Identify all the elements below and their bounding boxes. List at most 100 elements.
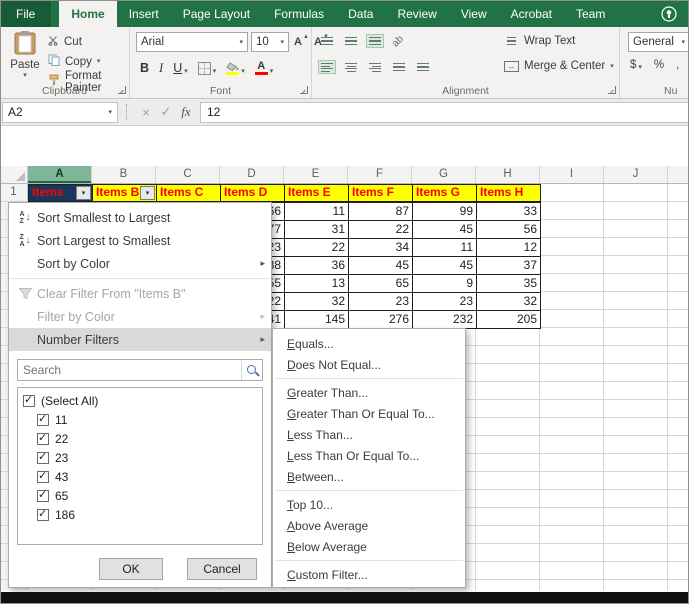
select-all-corner[interactable] (0, 166, 28, 184)
search-button[interactable] (241, 360, 262, 380)
cell-b1[interactable]: Items B ▾ (92, 184, 157, 202)
clipboard-dialog-launcher[interactable] (118, 86, 126, 94)
cell-g8[interactable]: 232 (413, 311, 477, 329)
cell-f3[interactable]: 22 (349, 221, 413, 239)
menu-item-sort-by-color[interactable]: Sort by Color ▸ (9, 252, 271, 275)
submenu-item-custom-filter[interactable]: Custom Filter... (273, 564, 465, 585)
cell-f8[interactable]: 276 (349, 311, 413, 329)
checkbox-value-22[interactable]: 22 (23, 429, 262, 448)
font-color-button[interactable]: A ▾ (254, 60, 273, 75)
grow-font-button[interactable]: A ▲ (294, 34, 309, 48)
cancel-button[interactable]: Cancel (187, 558, 257, 580)
borders-button[interactable]: ▾ (197, 61, 216, 75)
cell-h4[interactable]: 12 (477, 239, 541, 257)
cell-e3[interactable]: 31 (285, 221, 349, 239)
formula-input[interactable]: 12 (200, 101, 689, 123)
fill-color-button[interactable]: ▾ (226, 61, 245, 75)
tell-me-lightbulb-icon[interactable] (661, 5, 677, 22)
align-left-button[interactable] (318, 60, 336, 74)
wrap-text-button[interactable]: Wrap Text (504, 34, 575, 48)
submenu-item-does-not-equal[interactable]: Does Not Equal... (273, 354, 465, 375)
align-right-button[interactable] (366, 60, 384, 74)
number-format-combo[interactable]: General ▾ (628, 32, 689, 52)
column-header-partial[interactable] (668, 166, 689, 183)
tab-file[interactable]: File (0, 0, 52, 27)
copy-button[interactable]: Copy ▾ (48, 53, 129, 70)
submenu-item-less-than[interactable]: Less Than... (273, 424, 465, 445)
cell-f7[interactable]: 23 (349, 293, 413, 311)
bold-button[interactable]: B (140, 61, 149, 75)
increase-indent-button[interactable] (414, 60, 432, 74)
cell-h6[interactable]: 35 (477, 275, 541, 293)
cell-g6[interactable]: 9 (413, 275, 477, 293)
cell-h2[interactable]: 33 (477, 203, 541, 221)
column-header-c[interactable]: C (156, 166, 220, 183)
ok-button[interactable]: OK (99, 558, 163, 580)
cell-e1[interactable]: Items E (284, 184, 349, 202)
column-header-b[interactable]: B (92, 166, 156, 183)
cell-e5[interactable]: 36 (285, 257, 349, 275)
submenu-item-greater-than-or-equal[interactable]: Greater Than Or Equal To... (273, 403, 465, 424)
tab-formulas[interactable]: Formulas (262, 0, 336, 27)
submenu-item-above-average[interactable]: Above Average (273, 515, 465, 536)
italic-button[interactable]: I (159, 61, 163, 76)
filter-dropdown-b1[interactable]: ▾ (140, 186, 155, 200)
cut-button[interactable]: Cut (48, 33, 129, 50)
cell-g7[interactable]: 23 (413, 293, 477, 311)
cell-h7[interactable]: 32 (477, 293, 541, 311)
cell-f4[interactable]: 34 (349, 239, 413, 257)
cell-g4[interactable]: 11 (413, 239, 477, 257)
cell-d1[interactable]: Items D (220, 184, 285, 202)
cell-f5[interactable]: 45 (349, 257, 413, 275)
column-header-a[interactable]: A (28, 166, 92, 183)
top-align-button[interactable] (318, 34, 336, 48)
percent-style-button[interactable]: % (654, 59, 664, 71)
cell-e4[interactable]: 22 (285, 239, 349, 257)
comma-style-button[interactable]: , (676, 59, 679, 71)
cell-e6[interactable]: 13 (285, 275, 349, 293)
cell-h3[interactable]: 56 (477, 221, 541, 239)
name-box[interactable]: A2 ▾ (2, 101, 118, 123)
column-header-e[interactable]: E (284, 166, 348, 183)
accounting-format-button[interactable]: $ ▾ (630, 59, 642, 71)
cell-a1[interactable]: Items ▾ (28, 184, 93, 202)
tab-data[interactable]: Data (336, 0, 385, 27)
checkbox-value-186[interactable]: 186 (23, 505, 262, 524)
middle-align-button[interactable] (342, 34, 360, 48)
font-size-combo[interactable]: 10 ▾ (251, 32, 289, 52)
cell-e2[interactable]: 11 (285, 203, 349, 221)
checkbox-value-43[interactable]: 43 (23, 467, 262, 486)
align-center-button[interactable] (342, 60, 360, 74)
underline-button[interactable]: U ▾ (173, 61, 188, 75)
checkbox-value-65[interactable]: 65 (23, 486, 262, 505)
insert-function-button[interactable]: fx (176, 104, 196, 120)
bottom-align-button[interactable] (366, 34, 384, 48)
alignment-dialog-launcher[interactable] (608, 86, 616, 94)
checkbox-value-11[interactable]: 11 (23, 410, 262, 429)
cell-g5[interactable]: 45 (413, 257, 477, 275)
menu-item-sort-smallest-to-largest[interactable]: A Z ↓ Sort Smallest to Largest (9, 206, 271, 229)
enter-entry-button[interactable]: ✓ (156, 104, 176, 120)
filter-dropdown-a1[interactable]: ▾ (76, 186, 91, 200)
cell-h8[interactable]: 205 (477, 311, 541, 329)
menu-item-number-filters[interactable]: Number Filters ▸ (9, 328, 271, 351)
tab-insert[interactable]: Insert (117, 0, 171, 27)
cell-g2[interactable]: 99 (413, 203, 477, 221)
merge-center-button[interactable]: ↔ Merge & Center ▾ (504, 60, 614, 72)
font-dialog-launcher[interactable] (300, 86, 308, 94)
decrease-indent-button[interactable] (390, 60, 408, 74)
menu-item-sort-largest-to-smallest[interactable]: Z A ↓ Sort Largest to Smallest (9, 229, 271, 252)
cell-h1[interactable]: Items H (476, 184, 541, 202)
cell-e8[interactable]: 145 (285, 311, 349, 329)
cell-g3[interactable]: 45 (413, 221, 477, 239)
cancel-entry-button[interactable]: × (136, 105, 156, 120)
submenu-item-less-than-or-equal[interactable]: Less Than Or Equal To... (273, 445, 465, 466)
column-header-g[interactable]: G (412, 166, 476, 183)
cell-c1[interactable]: Items C (156, 184, 221, 202)
tab-view[interactable]: View (449, 0, 499, 27)
submenu-item-below-average[interactable]: Below Average (273, 536, 465, 557)
row-header-1[interactable]: 1 (0, 184, 28, 202)
tab-home[interactable]: Home (59, 0, 117, 27)
column-header-j[interactable]: J (604, 166, 668, 183)
name-box-splitter[interactable] (126, 104, 130, 120)
